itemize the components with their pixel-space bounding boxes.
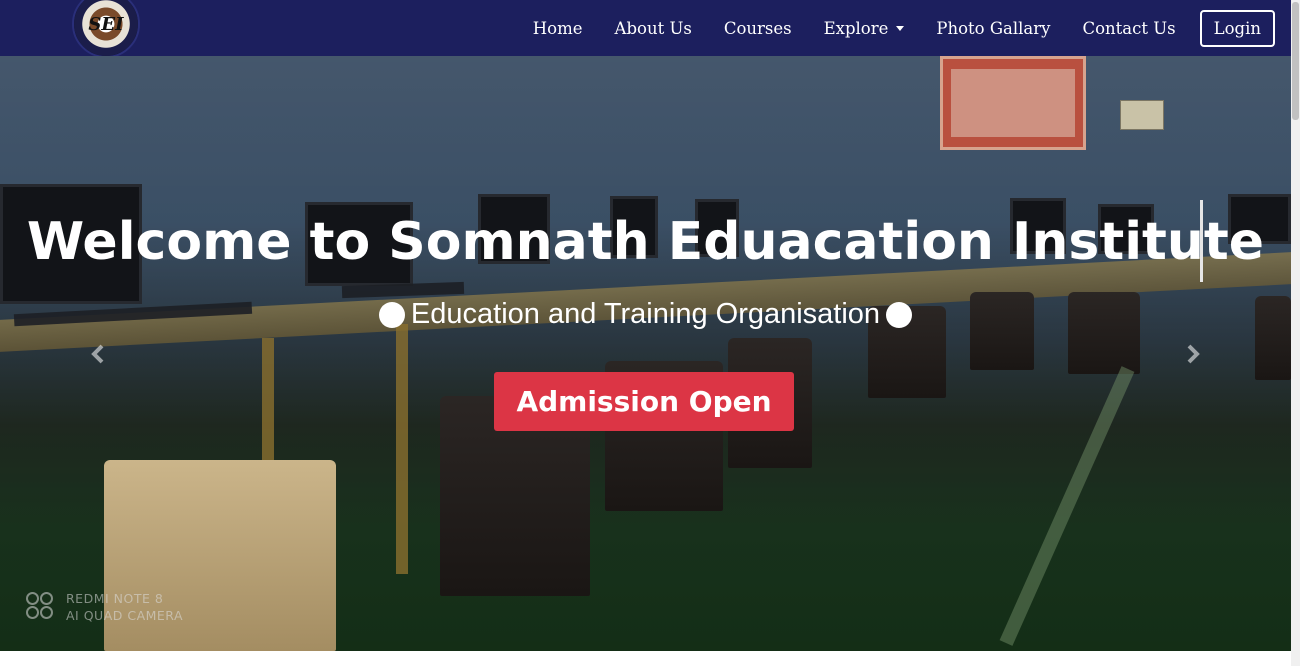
- hero-subtitle-text: Education and Training Organisation: [410, 298, 881, 330]
- login-button[interactable]: Login: [1199, 9, 1275, 47]
- hero-carousel: REDMI NOTE 8 AI QUAD CAMERA Welcome to S…: [0, 56, 1291, 651]
- admission-open-button[interactable]: Admission Open: [494, 372, 794, 431]
- hero-subtitle: Education and Training Organisation: [0, 298, 1291, 331]
- floor-line-image: [999, 366, 1135, 646]
- nav-links: Home About Us Courses Explore Photo Gall…: [517, 0, 1275, 56]
- chevron-right-icon: [1187, 344, 1200, 364]
- nav-explore-label: Explore: [823, 18, 889, 38]
- nav-contact-link[interactable]: Contact Us: [1066, 19, 1191, 38]
- camera-lens-icon: [26, 592, 56, 622]
- page-scrollbar[interactable]: [1291, 0, 1300, 666]
- desk-leg-image: [396, 324, 408, 574]
- bullet-dot-icon: [378, 301, 405, 328]
- watermark-line-2: AI QUAD CAMERA: [66, 608, 184, 623]
- typing-cursor: [1200, 200, 1203, 282]
- hero-title: Welcome to Somnath Eduacation Institute: [26, 212, 1265, 272]
- nav-gallery-link[interactable]: Photo Gallary: [920, 19, 1066, 38]
- nav-explore-dropdown[interactable]: Explore: [808, 19, 921, 38]
- caret-down-icon: [896, 25, 905, 31]
- nav-home-link[interactable]: Home: [517, 19, 599, 38]
- page-content-start: [0, 651, 1291, 666]
- bullet-dot-icon: [886, 301, 913, 328]
- watermark-line-1: REDMI NOTE 8: [66, 591, 164, 606]
- nav-about-link[interactable]: About Us: [599, 19, 708, 38]
- camera-watermark: REDMI NOTE 8 AI QUAD CAMERA: [26, 590, 183, 624]
- nav-courses-link[interactable]: Courses: [708, 19, 808, 38]
- scrollbar-thumb[interactable]: [1292, 2, 1299, 120]
- wall-poster-image: [940, 56, 1086, 150]
- chevron-left-icon: [91, 344, 104, 364]
- carousel-next-button[interactable]: [1182, 343, 1204, 365]
- institute-logo[interactable]: SEI: [72, 0, 140, 58]
- logo-text: SEI: [88, 14, 124, 35]
- carousel-prev-button[interactable]: [87, 343, 109, 365]
- wall-switchboard-image: [1120, 100, 1164, 130]
- navbar: SEI Home About Us Courses Explore Photo …: [0, 0, 1291, 58]
